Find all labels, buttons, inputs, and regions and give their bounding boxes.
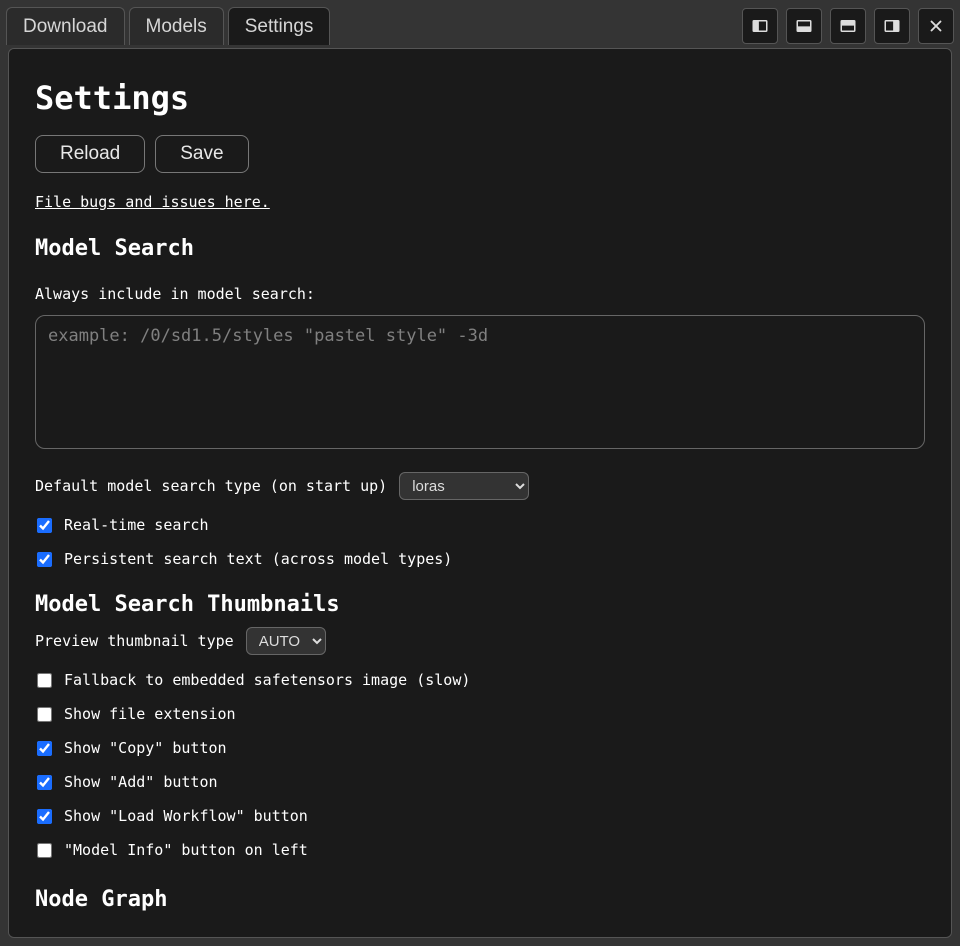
show-add-label: Show "Add" button	[64, 773, 218, 791]
tab-models[interactable]: Models	[129, 7, 224, 45]
persistent-search-checkbox[interactable]	[37, 552, 52, 567]
panel-right-icon[interactable]	[874, 8, 910, 44]
section-node-graph: Node Graph	[35, 887, 925, 912]
panel-top-icon[interactable]	[830, 8, 866, 44]
realtime-search-checkbox[interactable]	[37, 518, 52, 533]
fallback-embedded-label: Fallback to embedded safetensors image (…	[64, 671, 470, 689]
reload-button[interactable]: Reload	[35, 135, 145, 173]
tab-download[interactable]: Download	[6, 7, 125, 45]
preview-type-row: Preview thumbnail type AUTO	[35, 627, 925, 655]
always-include-field: Always include in model search:	[35, 285, 925, 454]
show-copy-checkbox[interactable]	[37, 741, 52, 756]
app-window: Download Models Settings Settings Reload…	[0, 0, 960, 946]
show-add-checkbox[interactable]	[37, 775, 52, 790]
fallback-embedded-checkbox[interactable]	[37, 673, 52, 688]
show-load-workflow-checkbox[interactable]	[37, 809, 52, 824]
settings-panel: Settings Reload Save File bugs and issue…	[8, 48, 952, 938]
persistent-search-label: Persistent search text (across model typ…	[64, 550, 452, 568]
panel-left-icon[interactable]	[742, 8, 778, 44]
model-info-left-label: "Model Info" button on left	[64, 841, 308, 859]
file-issues-link[interactable]: File bugs and issues here.	[35, 193, 270, 211]
default-type-label: Default model search type (on start up)	[35, 477, 387, 495]
tab-bar: Download Models Settings	[0, 0, 960, 48]
action-buttons: Reload Save	[35, 135, 925, 173]
show-extension-checkbox[interactable]	[37, 707, 52, 722]
always-include-input[interactable]	[35, 315, 925, 449]
default-type-select[interactable]: loras	[399, 472, 529, 500]
always-include-label: Always include in model search:	[35, 285, 925, 303]
panel-bottom-icon[interactable]	[786, 8, 822, 44]
section-model-search: Model Search	[35, 236, 925, 261]
section-thumbnails: Model Search Thumbnails	[35, 592, 925, 617]
show-extension-label: Show file extension	[64, 705, 236, 723]
close-icon[interactable]	[918, 8, 954, 44]
model-info-left-checkbox[interactable]	[37, 843, 52, 858]
save-button[interactable]: Save	[155, 135, 248, 173]
show-copy-label: Show "Copy" button	[64, 739, 227, 757]
tab-settings[interactable]: Settings	[228, 7, 331, 45]
default-type-row: Default model search type (on start up) …	[35, 472, 925, 500]
preview-type-label: Preview thumbnail type	[35, 632, 234, 650]
page-title: Settings	[35, 79, 925, 117]
show-load-workflow-label: Show "Load Workflow" button	[64, 807, 308, 825]
realtime-search-label: Real-time search	[64, 516, 209, 534]
preview-type-select[interactable]: AUTO	[246, 627, 326, 655]
